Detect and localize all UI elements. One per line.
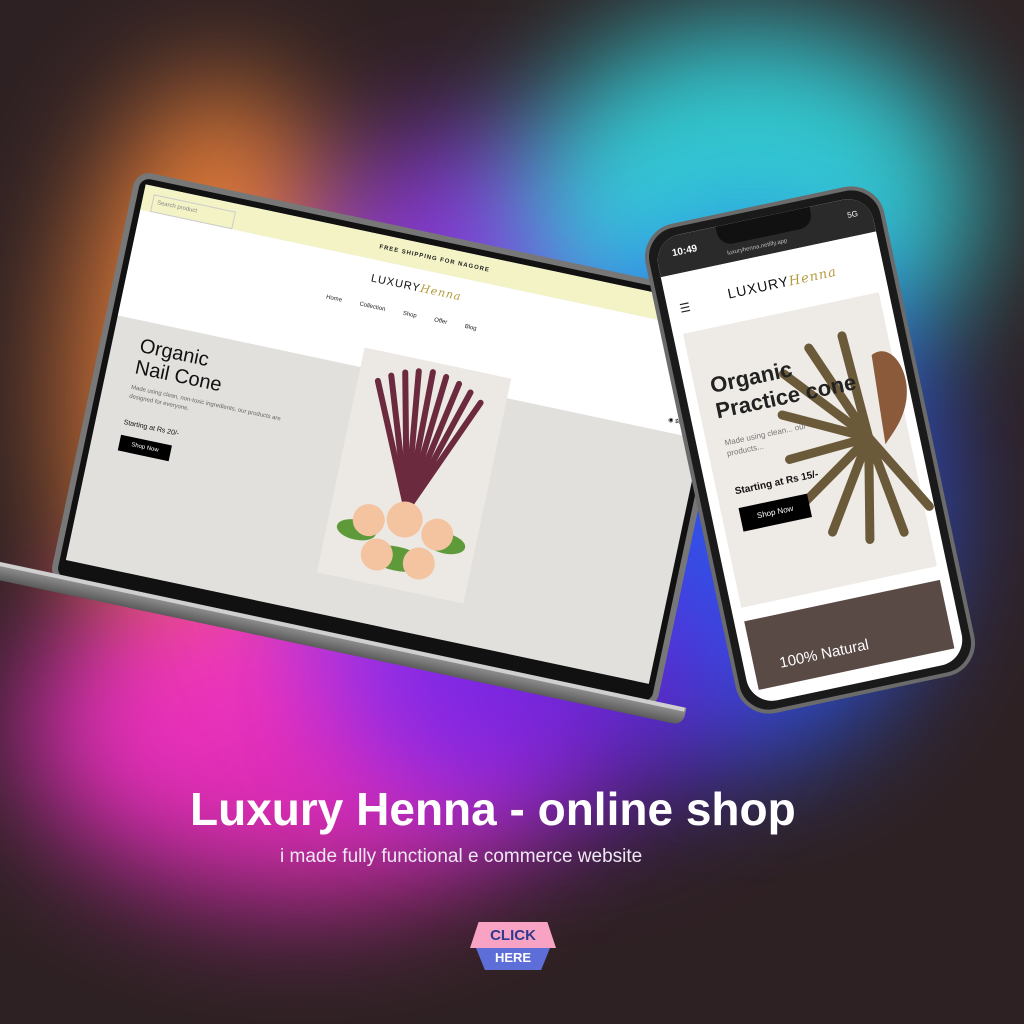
nav-home[interactable]: Home	[326, 294, 343, 303]
nav-collection[interactable]: Collection	[359, 301, 386, 312]
hero-price: Starting at Rs 20/-	[122, 419, 180, 438]
phone-logo-script: Henna	[787, 264, 839, 290]
logo-script: Henna	[419, 281, 463, 304]
logo-main: LUXURY	[369, 272, 422, 295]
laptop-screen: FREE SHIPPING FOR NAGORE Search product …	[49, 170, 743, 710]
headline: Luxury Henna - online shop	[190, 783, 796, 835]
nav-offer[interactable]: Offer	[433, 317, 447, 326]
natural-section-text: 100% Natural	[777, 636, 871, 672]
status-time: 10:49	[671, 243, 699, 260]
signal-label: 5G	[846, 208, 859, 221]
signal-icon: 5G	[846, 209, 858, 220]
phone-site-logo[interactable]: LUXURYHenna	[726, 263, 838, 303]
hamburger-menu-icon[interactable]: ☰	[678, 300, 691, 316]
cta-top-label: CLICK	[470, 922, 556, 948]
henna-cone-bouquet-image	[316, 347, 512, 604]
shop-now-button[interactable]: Shop Now	[117, 434, 172, 462]
subline: i made fully functional e commerce websi…	[280, 846, 643, 867]
nav-shop[interactable]: Shop	[402, 311, 417, 320]
phone-hero: Organic Practice cone Made using clean..…	[683, 292, 937, 608]
phone-logo-main: LUXURY	[726, 272, 791, 302]
click-here-button[interactable]: CLICK HERE	[470, 922, 556, 972]
phone-notch	[715, 206, 814, 247]
nav-blog[interactable]: Blog	[464, 324, 477, 332]
site-logo[interactable]: LUXURYHenna	[370, 271, 463, 303]
cta-bottom-label: HERE	[476, 948, 550, 970]
